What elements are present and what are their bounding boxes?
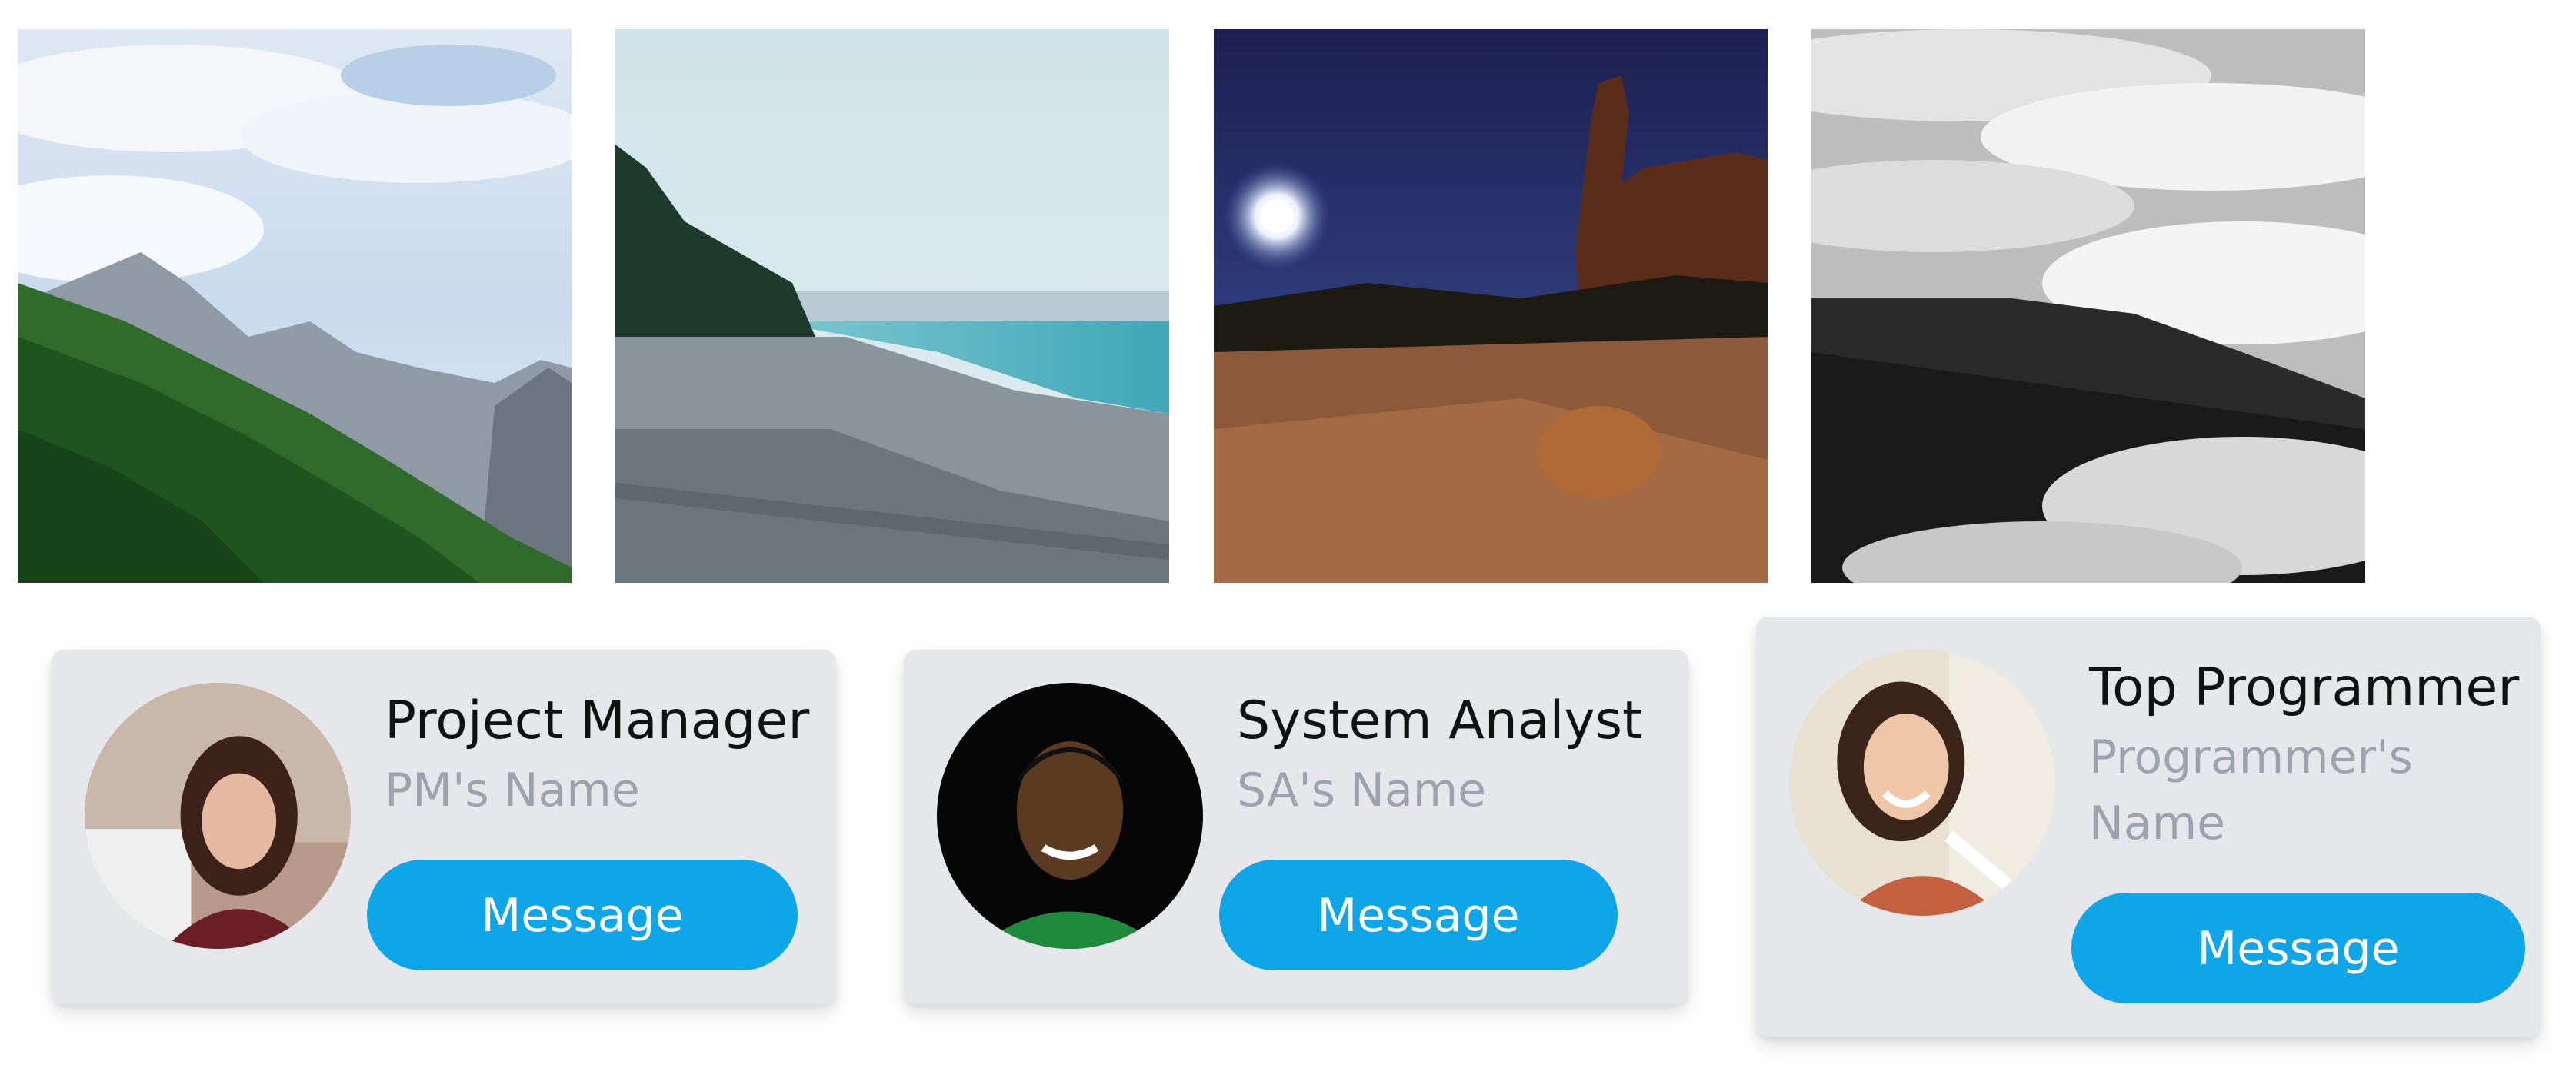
person-photo-icon: [1789, 650, 2055, 916]
desert-night-image: [1214, 29, 1768, 583]
gallery-photo-desert-night[interactable]: [1214, 29, 1768, 583]
card-person-name: Programmer's Name: [2089, 730, 2413, 850]
person-photo-icon: [937, 683, 1203, 949]
card-role-title: Top Programmer: [2089, 657, 2520, 718]
avatar: [85, 683, 351, 949]
mountain-forest-image: [18, 29, 572, 583]
message-button[interactable]: Message: [2071, 893, 2525, 1003]
avatar: [1789, 650, 2055, 916]
card-role-title: System Analyst: [1237, 690, 1643, 751]
avatar: [937, 683, 1203, 949]
card-person-name: PM's Name: [385, 764, 640, 817]
team-card-top-programmer: Top Programmer Programmer's Name Message: [1756, 617, 2541, 1037]
card-role-title: Project Manager: [385, 690, 810, 751]
beach-image: [615, 29, 1169, 583]
gallery-photo-beach[interactable]: [615, 29, 1169, 583]
team-card-system-analyst: System Analyst SA's Name Message: [904, 650, 1688, 1004]
card-person-name: SA's Name: [1237, 764, 1487, 817]
message-button[interactable]: Message: [367, 860, 798, 970]
gallery-photo-mountains[interactable]: [18, 29, 572, 583]
gallery-photo-clouds[interactable]: [1811, 29, 2365, 583]
message-button[interactable]: Message: [1219, 860, 1618, 970]
person-photo-icon: [85, 683, 351, 949]
team-card-project-manager: Project Manager PM's Name Message: [52, 650, 836, 1004]
sea-of-clouds-image: [1811, 29, 2365, 583]
